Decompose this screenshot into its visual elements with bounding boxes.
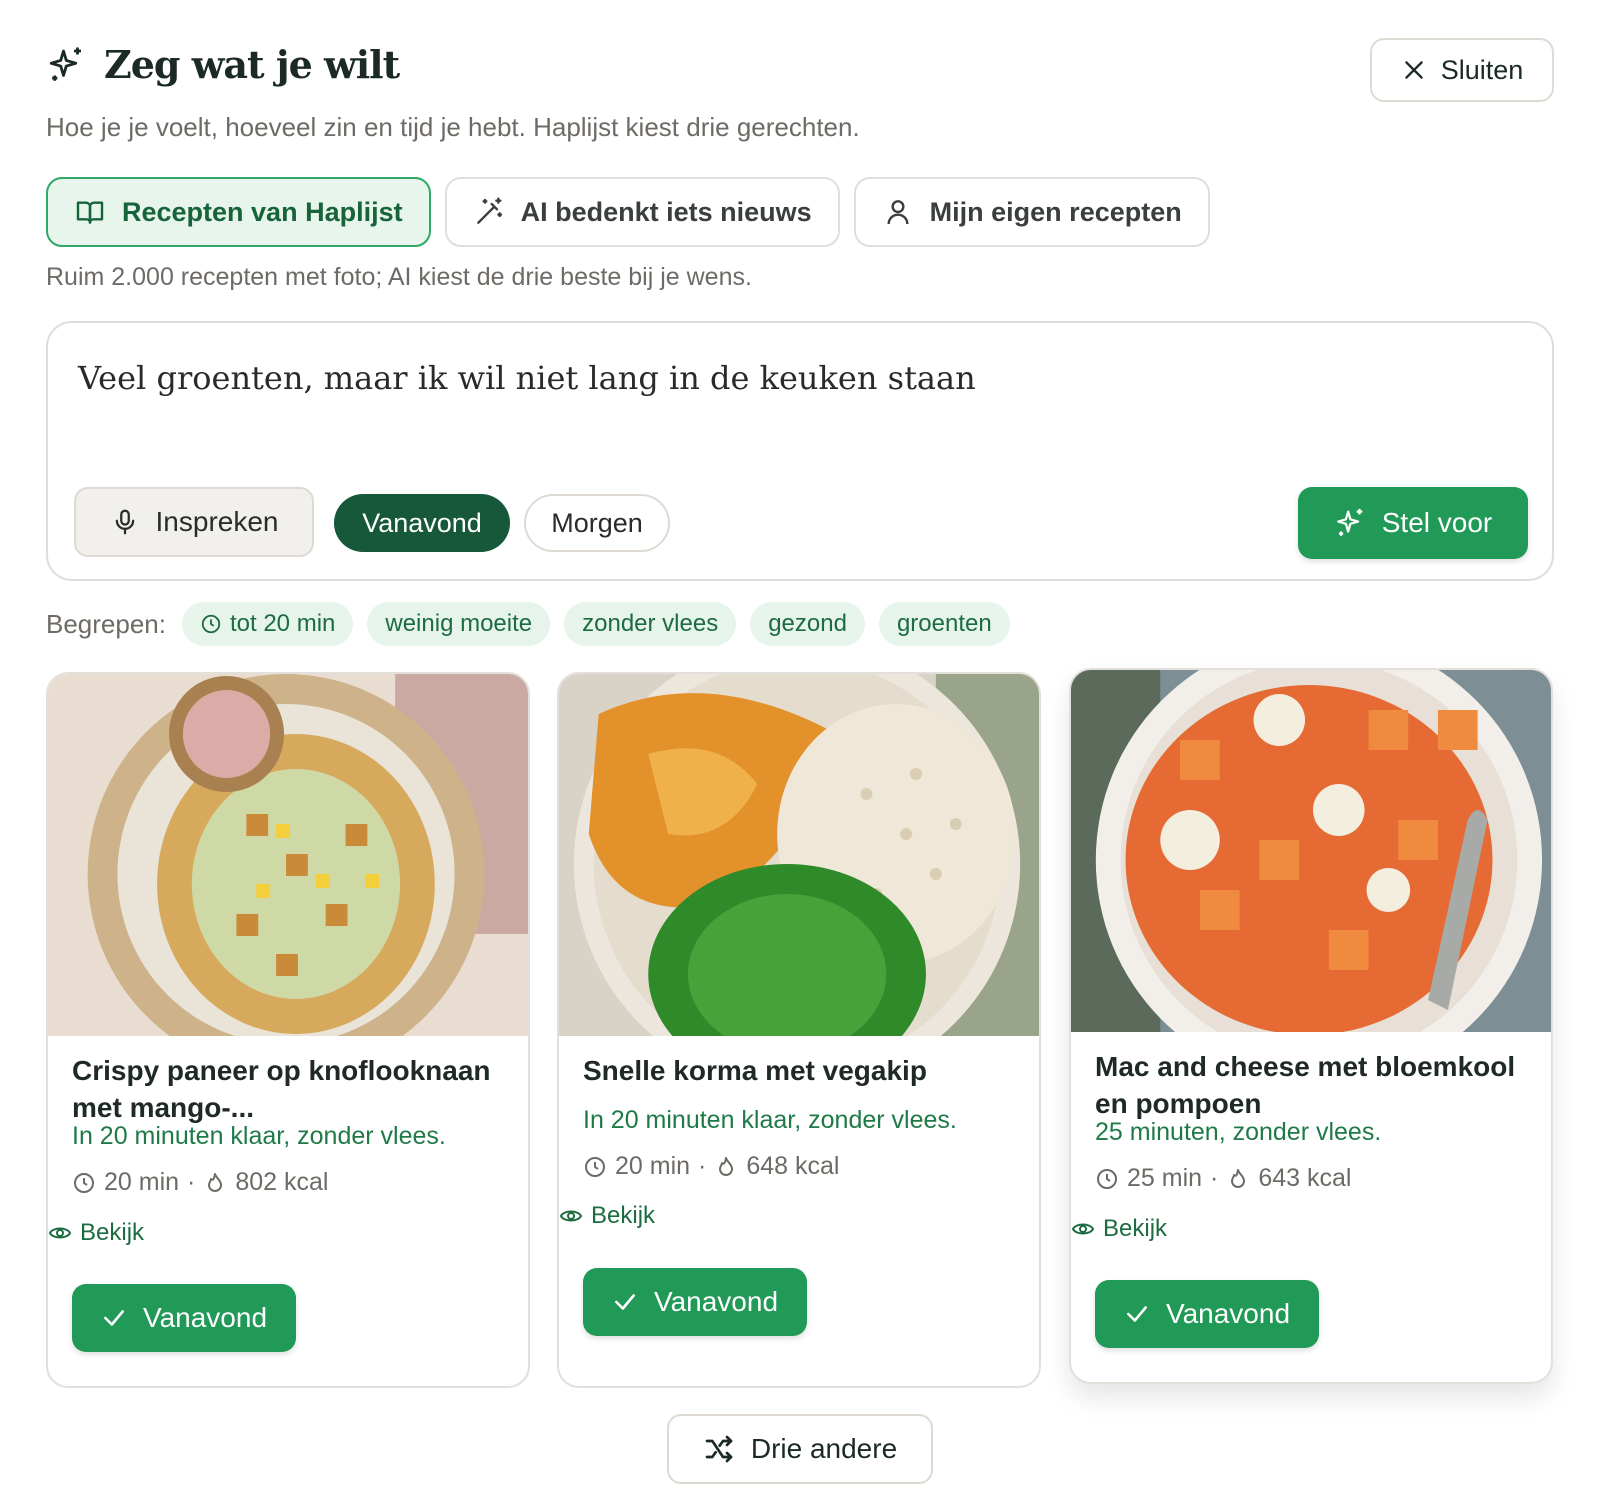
eye-icon	[48, 1227, 72, 1239]
recipe-meta: 20 min · 648 kcal	[583, 1152, 840, 1181]
meta-separator: ·	[698, 1152, 707, 1180]
chip-vegetables: groenten	[878, 602, 1010, 646]
check-icon	[615, 1294, 635, 1310]
recipe-card: Crispy paneer op knoflooknaan met mango-…	[46, 672, 530, 1388]
tab-label: AI bedenkt iets nieuws	[520, 196, 812, 227]
tab-own-recipes[interactable]: Mijn eigen recepten	[853, 177, 1210, 247]
source-tabs: Recepten van Haplijst AI bedenkt iets ni…	[46, 177, 1210, 247]
chip-time: tot 20 min	[181, 602, 354, 646]
recipe-time: 25 min	[1127, 1164, 1203, 1192]
clock-icon	[585, 1156, 605, 1177]
plan-tonight-button[interactable]: Vanavond	[72, 1284, 296, 1352]
shuffle-label: Drie andere	[750, 1433, 898, 1464]
recipe-photo[interactable]	[559, 674, 1039, 1036]
meta-separator: ·	[1210, 1164, 1219, 1192]
sparkle-icon	[1336, 508, 1363, 536]
shuffle-button[interactable]: Drie andere	[667, 1414, 933, 1484]
flame-icon	[208, 1172, 223, 1192]
check-icon	[104, 1310, 124, 1326]
tab-hint: Ruim 2.000 recepten met foto; AI kiest d…	[46, 263, 752, 291]
view-label: Bekijk	[591, 1202, 656, 1229]
shuffle-icon	[705, 1435, 733, 1463]
page-subtitle: Hoe je je voelt, hoeveel zin en tijd je …	[46, 112, 860, 142]
book-icon	[76, 201, 104, 224]
recipe-title[interactable]: Snelle korma met vegakip	[583, 1052, 1013, 1089]
recipe-time: 20 min	[104, 1168, 180, 1196]
view-link[interactable]: Bekijk	[48, 1219, 144, 1247]
plan-tonight-button[interactable]: Vanavond	[1095, 1280, 1319, 1348]
understood-label: Begrepen:	[46, 608, 166, 639]
page-title: Zeg wat je wilt	[104, 42, 400, 87]
dialog-header: Zeg wat je wilt	[46, 42, 400, 87]
close-button[interactable]: Sluiten	[1370, 38, 1554, 102]
clock-icon	[201, 614, 221, 634]
check-icon	[1127, 1306, 1147, 1322]
suggest-button[interactable]: Stel voor	[1298, 487, 1528, 559]
when-tonight-toggle[interactable]: Vanavond	[334, 494, 510, 552]
view-label: Bekijk	[80, 1219, 145, 1246]
user-icon	[887, 200, 909, 225]
understood-row: Begrepen: tot 20 min weinig moeite zonde…	[46, 602, 1010, 646]
chip-no-meat: zonder vlees	[564, 602, 737, 646]
clock-icon	[1097, 1168, 1117, 1189]
recipe-card: Mac and cheese met bloemkool en pompoen …	[1069, 668, 1553, 1384]
eye-icon	[1071, 1223, 1095, 1235]
recipe-kcal: 648 kcal	[746, 1152, 840, 1180]
eye-icon	[559, 1210, 583, 1222]
close-button-label: Sluiten	[1440, 54, 1524, 85]
recipe-note: 25 minuten, zonder vlees.	[1095, 1118, 1382, 1146]
tab-ai-new[interactable]: AI bedenkt iets nieuws	[444, 177, 840, 247]
recipe-note: In 20 minuten klaar, zonder vlees.	[583, 1106, 957, 1134]
tab-label: Recepten van Haplijst	[122, 196, 403, 227]
view-link[interactable]: Bekijk	[1071, 1215, 1167, 1243]
recipe-time: 20 min	[615, 1152, 691, 1180]
plan-label: Vanavond	[142, 1302, 268, 1333]
when-tomorrow-toggle[interactable]: Morgen	[524, 494, 670, 552]
prompt-box: Veel groenten, maar ik wil niet lang in …	[46, 321, 1554, 581]
plan-label: Vanavond	[1165, 1298, 1291, 1329]
recipe-card: Snelle korma met vegakip In 20 minuten k…	[557, 672, 1041, 1388]
prompt-input[interactable]: Veel groenten, maar ik wil niet lang in …	[78, 359, 976, 397]
plan-tonight-button[interactable]: Vanavond	[583, 1268, 807, 1336]
plan-label: Vanavond	[653, 1286, 779, 1317]
chip-effort: weinig moeite	[367, 602, 551, 646]
flame-icon	[719, 1156, 734, 1176]
clock-icon	[74, 1172, 94, 1193]
suggest-label: Stel voor	[1381, 507, 1493, 538]
recipe-kcal: 802 kcal	[235, 1168, 329, 1196]
recipe-meta: 20 min · 802 kcal	[72, 1168, 329, 1197]
sparkle-icon	[49, 47, 81, 81]
recipe-title[interactable]: Mac and cheese met bloemkool en pompoen	[1095, 1048, 1525, 1122]
recipe-photo[interactable]	[1071, 670, 1551, 1032]
recipe-photo[interactable]	[48, 674, 528, 1036]
flame-icon	[1231, 1168, 1246, 1188]
view-link[interactable]: Bekijk	[559, 1202, 655, 1230]
recipe-kcal: 643 kcal	[1258, 1164, 1352, 1192]
recipe-note: In 20 minuten klaar, zonder vlees.	[72, 1122, 446, 1150]
chip-healthy: gezond	[750, 602, 865, 646]
chip-label: tot 20 min	[229, 610, 336, 637]
tab-haplijst-recipes[interactable]: Recepten van Haplijst	[46, 177, 431, 247]
recipe-meta: 25 min · 643 kcal	[1095, 1164, 1352, 1193]
close-icon	[1404, 61, 1423, 79]
view-label: Bekijk	[1103, 1215, 1168, 1242]
dictate-label: Inspreken	[155, 506, 279, 537]
recipe-title[interactable]: Crispy paneer op knoflooknaan met mango-…	[72, 1052, 502, 1126]
tab-label: Mijn eigen recepten	[929, 196, 1182, 227]
dictate-button[interactable]: Inspreken	[74, 487, 314, 557]
meta-separator: ·	[187, 1168, 196, 1196]
magic-wand-icon	[476, 197, 502, 224]
microphone-icon	[115, 509, 134, 535]
